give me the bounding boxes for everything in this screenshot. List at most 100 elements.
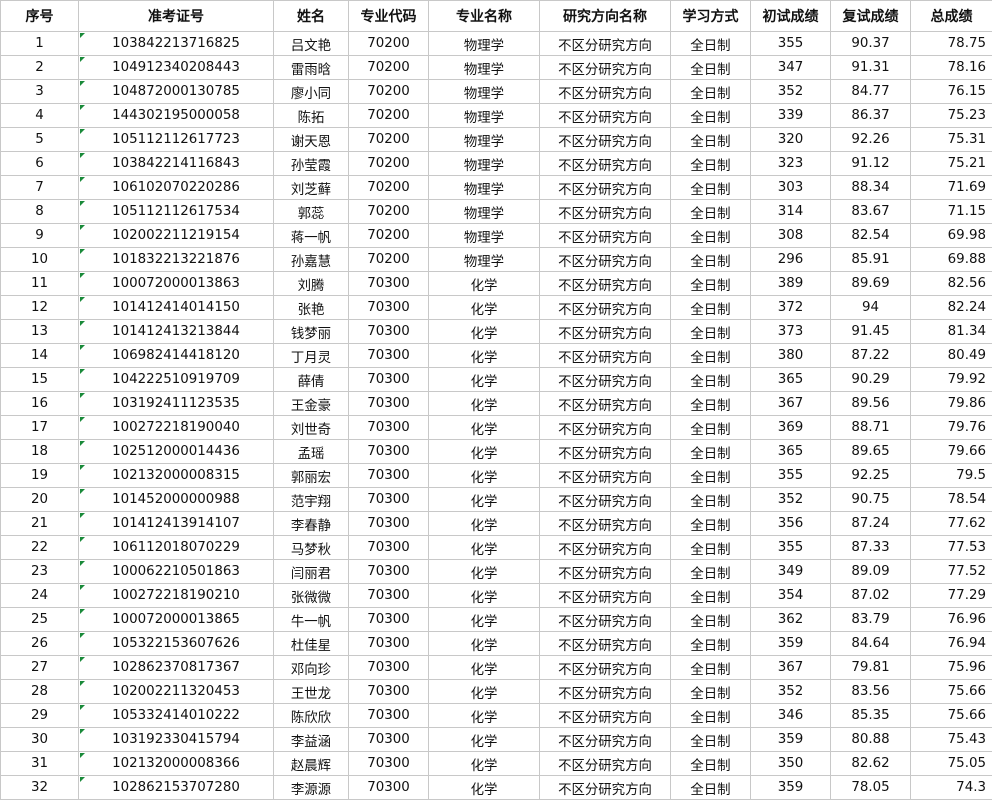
cell-seq[interactable]: 22 <box>1 536 79 560</box>
cell-initial-score[interactable]: 296 <box>751 248 831 272</box>
cell-major-code[interactable]: 70200 <box>349 248 429 272</box>
cell-major-code[interactable]: 70200 <box>349 176 429 200</box>
cell-study-mode[interactable]: 全日制 <box>671 80 751 104</box>
cell-major-name[interactable]: 物理学 <box>429 80 540 104</box>
cell-seq[interactable]: 20 <box>1 488 79 512</box>
cell-major-name[interactable]: 物理学 <box>429 128 540 152</box>
cell-total-score[interactable]: 77.62 <box>911 512 992 536</box>
cell-initial-score[interactable]: 354 <box>751 584 831 608</box>
cell-major-name[interactable]: 物理学 <box>429 32 540 56</box>
cell-major-code[interactable]: 70300 <box>349 368 429 392</box>
cell-seq[interactable]: 16 <box>1 392 79 416</box>
cell-name[interactable]: 陈欣欣 <box>274 704 349 728</box>
cell-study-mode[interactable]: 全日制 <box>671 104 751 128</box>
cell-major-name[interactable]: 化学 <box>429 680 540 704</box>
cell-retest-score[interactable]: 83.67 <box>831 200 911 224</box>
header-major-code[interactable]: 专业代码 <box>349 1 429 32</box>
cell-total-score[interactable]: 82.24 <box>911 296 992 320</box>
cell-study-mode[interactable]: 全日制 <box>671 704 751 728</box>
cell-total-score[interactable]: 75.21 <box>911 152 992 176</box>
cell-major-name[interactable]: 化学 <box>429 608 540 632</box>
cell-retest-score[interactable]: 85.35 <box>831 704 911 728</box>
cell-initial-score[interactable]: 352 <box>751 680 831 704</box>
cell-exam-id[interactable]: 105112112617723 <box>79 128 274 152</box>
cell-research-direction[interactable]: 不区分研究方向 <box>540 32 671 56</box>
cell-study-mode[interactable]: 全日制 <box>671 728 751 752</box>
cell-study-mode[interactable]: 全日制 <box>671 344 751 368</box>
cell-research-direction[interactable]: 不区分研究方向 <box>540 728 671 752</box>
cell-name[interactable]: 李益涵 <box>274 728 349 752</box>
cell-exam-id[interactable]: 104222510919709 <box>79 368 274 392</box>
cell-name[interactable]: 王金豪 <box>274 392 349 416</box>
cell-research-direction[interactable]: 不区分研究方向 <box>540 224 671 248</box>
cell-exam-id[interactable]: 102002211219154 <box>79 224 274 248</box>
header-major-name[interactable]: 专业名称 <box>429 1 540 32</box>
cell-initial-score[interactable]: 373 <box>751 320 831 344</box>
cell-seq[interactable]: 23 <box>1 560 79 584</box>
cell-retest-score[interactable]: 90.75 <box>831 488 911 512</box>
cell-major-code[interactable]: 70300 <box>349 632 429 656</box>
cell-major-code[interactable]: 70300 <box>349 296 429 320</box>
cell-research-direction[interactable]: 不区分研究方向 <box>540 776 671 800</box>
cell-major-name[interactable]: 化学 <box>429 728 540 752</box>
cell-major-name[interactable]: 物理学 <box>429 200 540 224</box>
cell-retest-score[interactable]: 82.62 <box>831 752 911 776</box>
cell-study-mode[interactable]: 全日制 <box>671 416 751 440</box>
cell-study-mode[interactable]: 全日制 <box>671 368 751 392</box>
cell-initial-score[interactable]: 359 <box>751 776 831 800</box>
cell-name[interactable]: 张微微 <box>274 584 349 608</box>
cell-major-name[interactable]: 物理学 <box>429 224 540 248</box>
cell-seq[interactable]: 32 <box>1 776 79 800</box>
cell-total-score[interactable]: 75.96 <box>911 656 992 680</box>
cell-major-code[interactable]: 70300 <box>349 272 429 296</box>
cell-research-direction[interactable]: 不区分研究方向 <box>540 128 671 152</box>
cell-study-mode[interactable]: 全日制 <box>671 440 751 464</box>
cell-major-name[interactable]: 化学 <box>429 464 540 488</box>
cell-name[interactable]: 吕文艳 <box>274 32 349 56</box>
cell-major-code[interactable]: 70300 <box>349 344 429 368</box>
cell-name[interactable]: 孙嘉慧 <box>274 248 349 272</box>
cell-name[interactable]: 孙莹霞 <box>274 152 349 176</box>
cell-retest-score[interactable]: 89.65 <box>831 440 911 464</box>
cell-major-name[interactable]: 化学 <box>429 512 540 536</box>
cell-retest-score[interactable]: 78.05 <box>831 776 911 800</box>
cell-seq[interactable]: 4 <box>1 104 79 128</box>
cell-major-name[interactable]: 化学 <box>429 752 540 776</box>
cell-total-score[interactable]: 79.5 <box>911 464 992 488</box>
header-seq[interactable]: 序号 <box>1 1 79 32</box>
cell-total-score[interactable]: 78.75 <box>911 32 992 56</box>
cell-exam-id[interactable]: 100272218190040 <box>79 416 274 440</box>
cell-exam-id[interactable]: 103842213716825 <box>79 32 274 56</box>
cell-initial-score[interactable]: 380 <box>751 344 831 368</box>
cell-total-score[interactable]: 75.66 <box>911 680 992 704</box>
header-name[interactable]: 姓名 <box>274 1 349 32</box>
cell-major-code[interactable]: 70300 <box>349 416 429 440</box>
cell-major-code[interactable]: 70300 <box>349 512 429 536</box>
cell-research-direction[interactable]: 不区分研究方向 <box>540 680 671 704</box>
cell-seq[interactable]: 15 <box>1 368 79 392</box>
cell-seq[interactable]: 6 <box>1 152 79 176</box>
cell-retest-score[interactable]: 82.54 <box>831 224 911 248</box>
cell-total-score[interactable]: 77.52 <box>911 560 992 584</box>
cell-total-score[interactable]: 76.96 <box>911 608 992 632</box>
cell-initial-score[interactable]: 355 <box>751 464 831 488</box>
cell-retest-score[interactable]: 89.56 <box>831 392 911 416</box>
cell-study-mode[interactable]: 全日制 <box>671 464 751 488</box>
cell-retest-score[interactable]: 92.25 <box>831 464 911 488</box>
cell-major-name[interactable]: 物理学 <box>429 152 540 176</box>
cell-name[interactable]: 刘芝藓 <box>274 176 349 200</box>
cell-retest-score[interactable]: 86.37 <box>831 104 911 128</box>
cell-exam-id[interactable]: 105332414010222 <box>79 704 274 728</box>
header-research-direction[interactable]: 研究方向名称 <box>540 1 671 32</box>
cell-total-score[interactable]: 71.15 <box>911 200 992 224</box>
cell-exam-id[interactable]: 106112018070229 <box>79 536 274 560</box>
cell-research-direction[interactable]: 不区分研究方向 <box>540 440 671 464</box>
cell-major-code[interactable]: 70300 <box>349 584 429 608</box>
header-initial-score[interactable]: 初试成绩 <box>751 1 831 32</box>
cell-major-code[interactable]: 70300 <box>349 464 429 488</box>
cell-major-code[interactable]: 70300 <box>349 440 429 464</box>
cell-seq[interactable]: 1 <box>1 32 79 56</box>
cell-total-score[interactable]: 79.86 <box>911 392 992 416</box>
cell-exam-id[interactable]: 105112112617534 <box>79 200 274 224</box>
cell-retest-score[interactable]: 80.88 <box>831 728 911 752</box>
